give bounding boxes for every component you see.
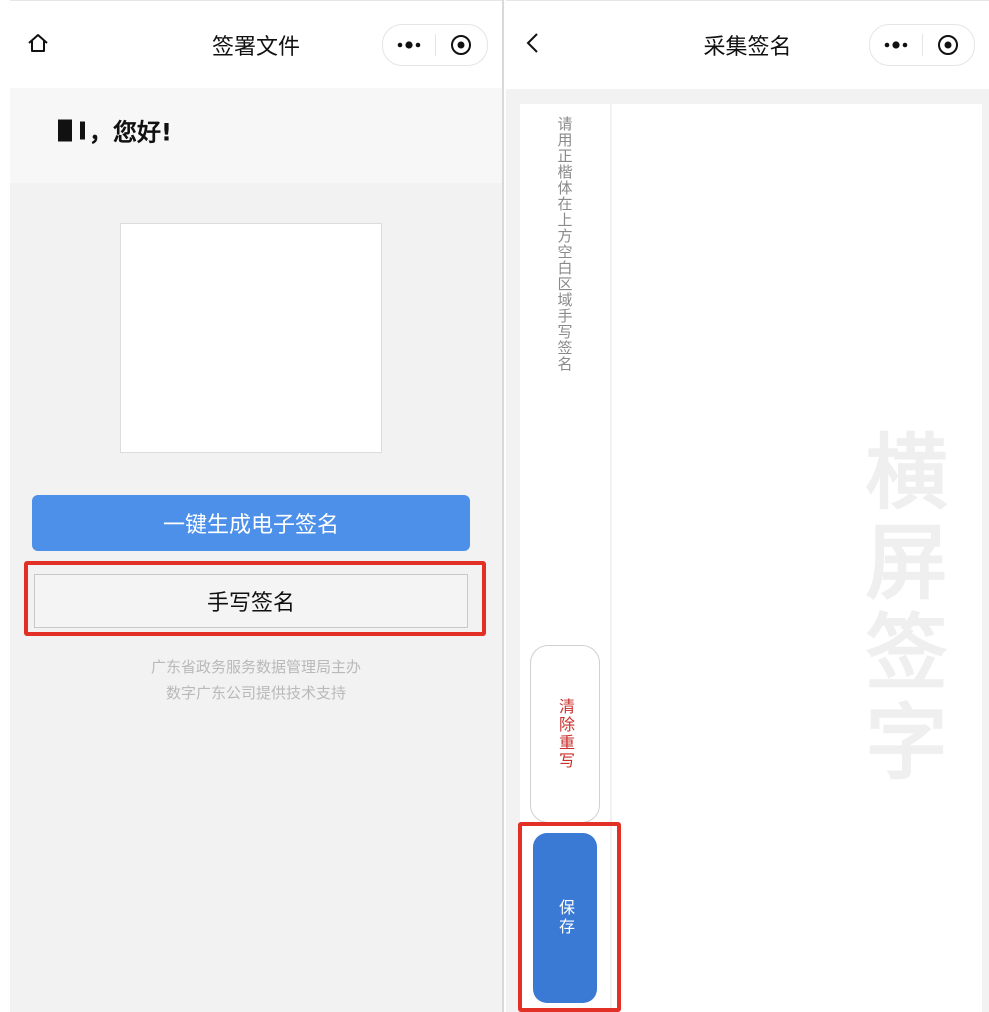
mini-program-capsule — [869, 24, 975, 66]
close-target-icon[interactable] — [436, 25, 488, 65]
landscape-sign-watermark: 横屏签字 — [851, 429, 946, 789]
save-label: 保存 — [556, 899, 575, 937]
signature-hint: 请用正楷体在上方空白区域手写签名 — [555, 116, 574, 372]
greeting-text: ，您好! — [58, 113, 172, 148]
signature-preview-box — [120, 223, 382, 453]
footer-credits: 广东省政务服务数据管理局主办 数字广东公司提供技术支持 — [10, 654, 502, 706]
clear-rewrite-button[interactable]: 清除重写 — [530, 645, 600, 823]
close-target-icon[interactable] — [923, 25, 975, 65]
more-icon[interactable] — [383, 25, 435, 65]
save-button[interactable]: 保存 — [533, 833, 597, 1003]
sign-document-screen: 签署文件 ，您好! 一键生成电子签名 手写签名 广东省政务服务数据管理局主办 数… — [10, 0, 502, 1012]
more-icon[interactable] — [870, 25, 922, 65]
clear-rewrite-label: 清除重写 — [556, 698, 575, 770]
navigation-bar: 采集签名 — [506, 0, 989, 89]
handwrite-signature-button[interactable]: 手写签名 — [34, 574, 468, 628]
collect-signature-screen: 采集签名 请用正楷体在上方空白区域手写签名 横屏签字 清除重写 保存 — [506, 0, 989, 1012]
redacted-name — [80, 121, 85, 139]
footer-line: 广东省政务服务数据管理局主办 — [150, 658, 361, 676]
footer-line: 数字广东公司提供技术支持 — [165, 684, 346, 702]
greeting-label: ，您好! — [89, 118, 172, 147]
mini-program-capsule — [382, 24, 488, 66]
redacted-name — [58, 119, 72, 141]
signature-canvas[interactable]: 横屏签字 — [612, 104, 982, 1012]
navigation-bar: 签署文件 — [10, 0, 502, 89]
generate-e-signature-button[interactable]: 一键生成电子签名 — [32, 495, 470, 551]
screen-divider — [502, 0, 504, 1012]
